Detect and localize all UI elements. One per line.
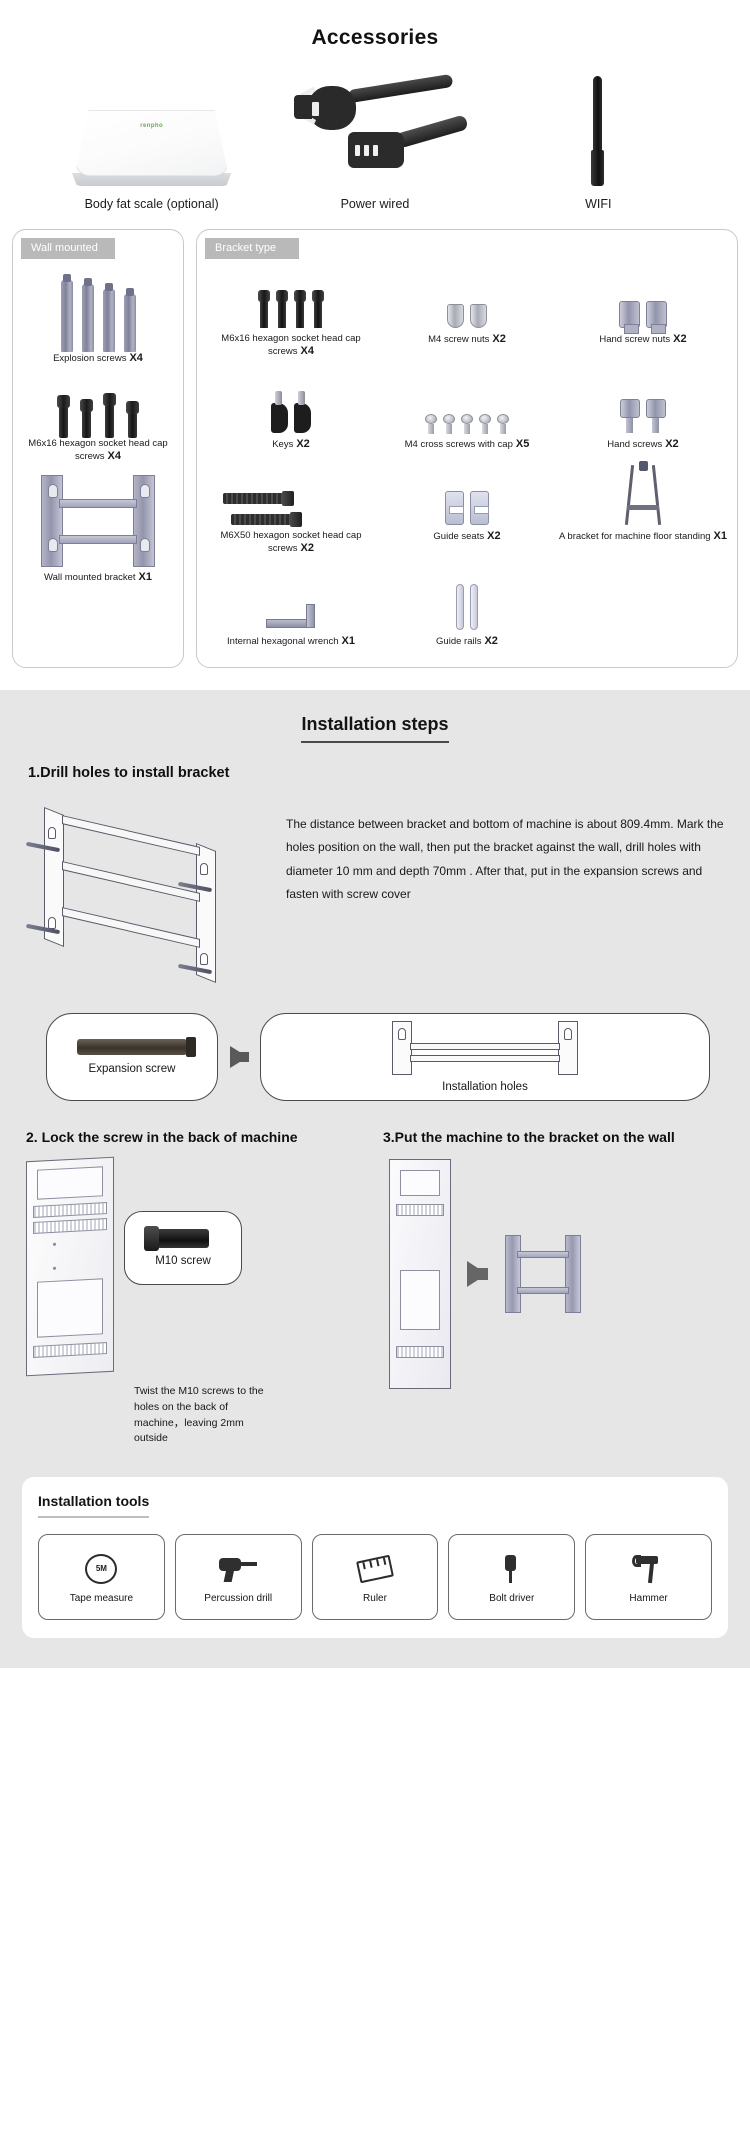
installation-holes-icon bbox=[390, 1020, 580, 1075]
accessory-label-wifi: WIFI bbox=[585, 197, 612, 211]
part-cell-cross-screws: M4 cross screws with cap X5 bbox=[379, 367, 555, 460]
part-cell-allen-wrench: Internal hexagonal wrench X1 bbox=[203, 564, 379, 657]
accessory-label-scale: Body fat scale (optional) bbox=[84, 197, 219, 211]
allen-wrench-icon bbox=[205, 568, 377, 630]
hand-screw-nuts-icon bbox=[557, 266, 729, 334]
tool-ruler: Ruler bbox=[311, 1534, 439, 1621]
wall-mounted-panel: Wall mounted Explosion screws X4 M6x16 he… bbox=[12, 229, 184, 668]
step3-column: 3.Put the machine to the bracket on the … bbox=[383, 1101, 724, 1447]
installation-title: Installation steps bbox=[0, 713, 750, 743]
drill-icon bbox=[219, 1556, 258, 1582]
part-cell-guide-rails: Guide rails X2 bbox=[379, 564, 555, 657]
tool-hammer: Hammer bbox=[585, 1534, 712, 1621]
explosion-screws-icon bbox=[21, 270, 175, 352]
accessory-item-scale: renpho Body fat scale (optional) bbox=[52, 76, 252, 211]
arrow-right-icon bbox=[230, 1045, 249, 1068]
part-cell-floor-stand: A bracket for machine floor standing X1 bbox=[555, 459, 731, 564]
tool-label-tape-measure: Tape measure bbox=[69, 1592, 134, 1604]
part-label-explosion-screws: Explosion screws X4 bbox=[53, 352, 143, 364]
installation-section: Installation steps 1.Drill holes to inst… bbox=[0, 689, 750, 1669]
arrow-right-icon bbox=[467, 1261, 488, 1288]
part-label-hex-cap-screws: M6x16 hexagon socket head cap screws X4 bbox=[28, 437, 168, 462]
wall-bracket-icon bbox=[503, 1235, 583, 1314]
part-cell-m4-screw-nuts: M4 screw nuts X2 bbox=[379, 262, 555, 367]
tool-tape-measure: 5M Tape measure bbox=[38, 1534, 165, 1621]
part-cell-hex-cap-screws: M6x16 hexagon socket head cap screws X4 bbox=[203, 262, 379, 367]
step1-description: The distance between bracket and bottom … bbox=[286, 816, 724, 901]
installation-tools-box: Installation tools 5M Tape measure Percu… bbox=[22, 1477, 728, 1639]
part-label-wall-bracket: Wall mounted bracket X1 bbox=[44, 571, 152, 584]
part-cell-long-bolts: M6X50 hexagon socket head cap screws X2 bbox=[203, 459, 379, 564]
long-hex-bolts-icon bbox=[205, 463, 377, 528]
tool-bolt-driver: Bolt driver bbox=[448, 1534, 576, 1621]
bracket-type-badge: Bracket type bbox=[205, 238, 299, 259]
m10-screw-callout: M10 screw bbox=[124, 1211, 242, 1286]
tool-label-hammer: Hammer bbox=[629, 1592, 668, 1604]
step1-callouts: Expansion screw Installation holes bbox=[0, 1011, 750, 1101]
floor-stand-bracket-icon bbox=[557, 461, 729, 526]
screw-nuts-icon bbox=[381, 266, 553, 328]
machine-back-diagram bbox=[26, 1156, 114, 1377]
scale-brand-logo: renpho bbox=[140, 123, 164, 129]
guide-seats-icon bbox=[381, 463, 553, 526]
machine-side-diagram bbox=[389, 1159, 451, 1390]
body-fat-scale-icon: renpho bbox=[52, 76, 252, 188]
hammer-icon bbox=[631, 1554, 666, 1583]
step1-diagram bbox=[25, 801, 276, 1011]
step2-note: Twist the M10 screws to the holes on the… bbox=[134, 1385, 264, 1445]
m10-screw-label: M10 screw bbox=[155, 1255, 211, 1268]
tool-label-bolt-driver: Bolt driver bbox=[489, 1592, 535, 1604]
step2-heading: 2. Lock the screw in the back of machine bbox=[26, 1128, 298, 1145]
part-cell-hand-screws: Hand screws X2 bbox=[555, 367, 731, 460]
wifi-antenna-icon bbox=[498, 76, 698, 188]
wall-bracket-icon bbox=[39, 475, 157, 568]
hex-cap-screws-icon bbox=[205, 266, 377, 328]
hand-screws-icon bbox=[557, 371, 729, 433]
bracket-type-panel: Bracket type M6x16 hexagon socket head c… bbox=[196, 229, 738, 668]
accessory-label-power: Power wired bbox=[340, 197, 410, 211]
bolt-driver-icon bbox=[495, 1554, 529, 1583]
expansion-screw-icon bbox=[77, 1036, 196, 1057]
tool-label-ruler: Ruler bbox=[363, 1592, 387, 1604]
power-cord-icon bbox=[275, 73, 475, 188]
guide-rails-icon bbox=[381, 568, 553, 630]
page-title: Accessories bbox=[311, 26, 439, 49]
installation-holes-label: Installation holes bbox=[442, 1080, 528, 1093]
tool-percussion-drill: Percussion drill bbox=[174, 1534, 302, 1621]
part-cell-keys: Keys X2 bbox=[203, 367, 379, 460]
accessories-section: Accessories renpho Body fat scale (optio… bbox=[0, 0, 750, 211]
step2-column: 2. Lock the screw in the back of machine… bbox=[26, 1101, 367, 1447]
accessories-row: renpho Body fat scale (optional) Power w… bbox=[0, 73, 750, 211]
tool-label-percussion-drill: Percussion drill bbox=[204, 1592, 273, 1604]
m10-screw-icon bbox=[144, 1226, 209, 1252]
installation-tools-title: Installation tools bbox=[38, 1493, 150, 1519]
accessory-item-power: Power wired bbox=[275, 73, 475, 211]
part-cell-guide-seats: Guide seats X2 bbox=[379, 459, 555, 564]
cross-screws-icon bbox=[381, 371, 553, 434]
accessory-item-wifi: WIFI bbox=[498, 76, 698, 211]
tape-measure-icon: 5M bbox=[85, 1553, 118, 1584]
step1-heading: 1.Drill holes to install bracket bbox=[28, 764, 230, 781]
hex-cap-screws-icon bbox=[21, 380, 175, 438]
ruler-icon bbox=[356, 1554, 394, 1583]
part-cell-spacer bbox=[555, 564, 731, 657]
installation-holes-callout: Installation holes bbox=[260, 1012, 710, 1101]
wall-mounted-badge: Wall mounted bbox=[21, 238, 115, 259]
part-cell-hand-screw-nuts: Hand screw nuts X2 bbox=[555, 262, 731, 367]
expansion-screw-label: Expansion screw bbox=[88, 1062, 176, 1075]
parts-panels: Wall mounted Explosion screws X4 M6x16 he… bbox=[0, 211, 750, 690]
step3-heading: 3.Put the machine to the bracket on the … bbox=[383, 1128, 675, 1145]
keys-icon bbox=[205, 371, 377, 433]
expansion-screw-callout: Expansion screw bbox=[46, 1012, 218, 1101]
